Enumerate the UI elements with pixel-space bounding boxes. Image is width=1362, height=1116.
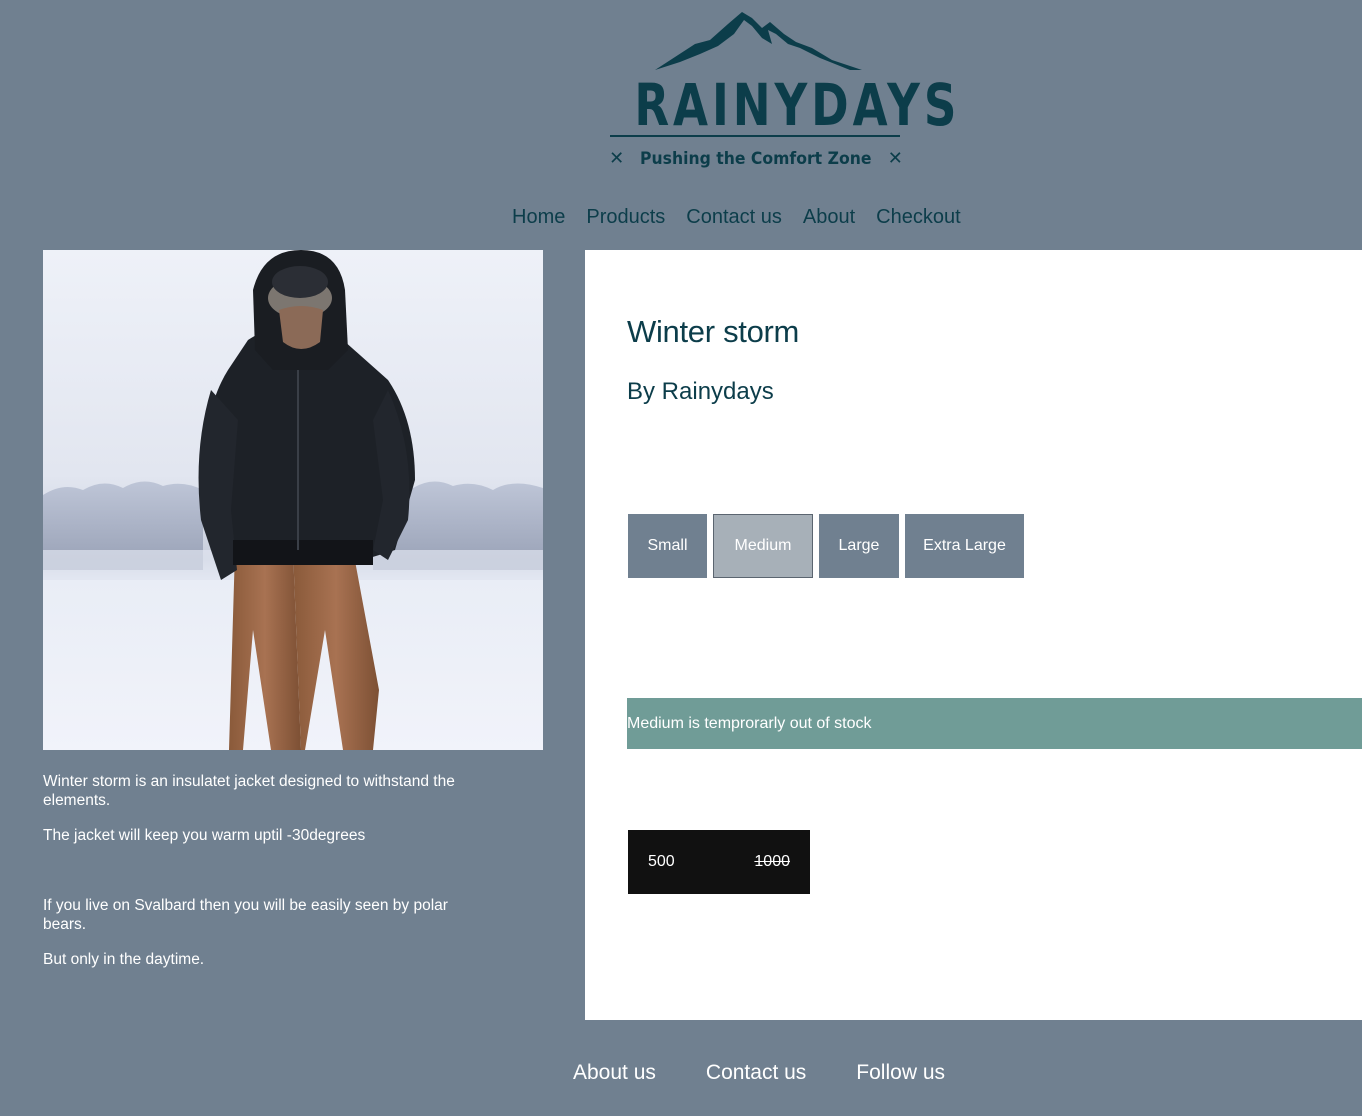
product-image xyxy=(43,250,543,750)
product-brand: By Rainydays xyxy=(627,378,774,405)
footer-contact-us[interactable]: Contact us xyxy=(706,1058,806,1088)
product-panel: Winter storm By Rainydays Small Medium L… xyxy=(585,250,1362,1020)
rainydays-logo[interactable]: RAINYDAYS ✕ Pushing the Comfort Zone ✕ xyxy=(600,8,961,178)
size-medium-button[interactable]: Medium xyxy=(713,514,813,578)
size-extra-large-button[interactable]: Extra Large xyxy=(905,514,1024,578)
footer-nav: About us Contact us Follow us xyxy=(573,1058,945,1088)
size-small-button[interactable]: Small xyxy=(628,514,707,578)
page: RAINYDAYS ✕ Pushing the Comfort Zone ✕ H… xyxy=(0,0,1362,1116)
current-price: 500 xyxy=(648,853,675,870)
nav-contact-us[interactable]: Contact us xyxy=(686,202,782,232)
description-paragraph: If you live on Svalbard then you will be… xyxy=(43,897,448,933)
nav-home[interactable]: Home xyxy=(512,202,565,232)
logo-tagline: ✕ Pushing the Comfort Zone ✕ xyxy=(600,148,912,169)
price-box[interactable]: 500 1000 xyxy=(628,830,810,894)
description-paragraph: Winter storm is an insulatet jacket desi… xyxy=(43,773,455,809)
size-selector: Small Medium Large Extra Large xyxy=(628,514,1024,578)
mountain-logo-icon xyxy=(655,12,862,70)
brand-name: RAINYDAYS xyxy=(634,71,961,139)
description-paragraph: But only in the daytime. xyxy=(43,951,205,968)
size-large-button[interactable]: Large xyxy=(819,514,899,578)
product-title: Winter storm xyxy=(627,314,800,349)
footer-about-us[interactable]: About us xyxy=(573,1058,656,1088)
nav-products[interactable]: Products xyxy=(586,202,665,232)
cross-icon: ✕ xyxy=(887,148,903,169)
description-paragraph: The jacket will keep you warm uptil -30d… xyxy=(43,827,366,844)
nav-about[interactable]: About xyxy=(803,202,855,232)
nav-checkout[interactable]: Checkout xyxy=(876,202,961,232)
cross-icon: ✕ xyxy=(609,148,625,169)
old-price: 1000 xyxy=(754,853,790,870)
logo-divider xyxy=(610,135,900,137)
main-nav: Home Products Contact us About Checkout xyxy=(512,202,961,232)
tagline-text: Pushing the Comfort Zone xyxy=(640,148,872,169)
stock-status-banner: Medium is temprorarly out of stock xyxy=(627,698,1362,749)
product-description: Winter storm is an insulatet jacket desi… xyxy=(43,772,493,969)
footer-follow-us[interactable]: Follow us xyxy=(856,1058,945,1088)
